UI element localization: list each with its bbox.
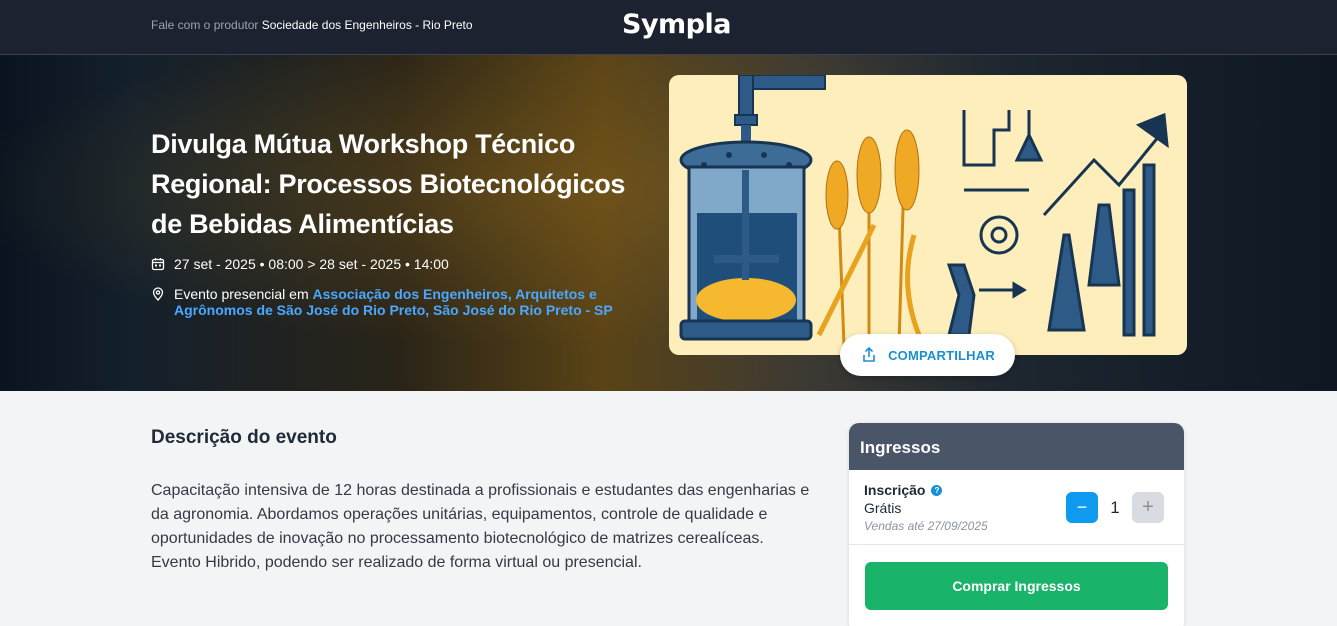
description-paragraph: Capacitação intensiva de 12 horas destin… <box>151 482 810 547</box>
producer-name-link[interactable]: Sociedade dos Engenheiros - Rio Preto <box>262 18 473 32</box>
ticket-name: Inscrição <box>864 482 926 498</box>
ticket-item: Inscrição ? Grátis Vendas até 27/09/2025… <box>849 470 1184 545</box>
calendar-icon <box>151 257 165 271</box>
buy-tickets-button[interactable]: Comprar Ingressos <box>865 562 1168 610</box>
wheat-illustration <box>816 129 922 346</box>
sympla-logo[interactable]: Sympla <box>622 9 731 40</box>
ticket-quantity: 1 <box>1110 498 1120 517</box>
help-icon[interactable]: ? <box>931 484 943 496</box>
ticket-name-row: Inscrição ? <box>864 482 943 498</box>
ticket-sales-deadline: Vendas até 27/09/2025 <box>864 519 988 533</box>
description-heading: Descrição do evento <box>151 427 337 448</box>
event-banner-image <box>669 75 1187 355</box>
ticket-price: Grátis <box>864 500 902 516</box>
quantity-decrease-button[interactable]: − <box>1066 492 1098 523</box>
science-icons <box>946 110 1169 337</box>
event-description: Capacitação intensiva de 12 horas destin… <box>151 479 811 575</box>
bioreactor-illustration <box>679 75 826 341</box>
quantity-increase-button[interactable]: + <box>1132 492 1164 523</box>
event-location-row: Evento presencial em Associação dos Enge… <box>151 286 631 318</box>
location-prefix: Evento presencial em <box>174 286 309 302</box>
event-hero: Divulga Mútua Workshop Técnico Regional:… <box>0 55 1337 391</box>
location-pin-icon <box>151 287 165 301</box>
producer-contact[interactable]: Fale com o produtor Sociedade dos Engenh… <box>151 18 473 32</box>
event-location: Evento presencial em Associação dos Enge… <box>174 286 631 318</box>
tickets-panel: Ingressos Inscrição ? Grátis Vendas até … <box>849 423 1184 626</box>
share-button[interactable]: COMPARTILHAR <box>840 334 1015 376</box>
tickets-heading: Ingressos <box>849 423 1184 470</box>
event-title: Divulga Mútua Workshop Técnico Regional:… <box>151 129 626 239</box>
event-date-row: 27 set - 2025 • 08:00 > 28 set - 2025 • … <box>151 256 449 272</box>
share-icon <box>860 346 878 364</box>
description-paragraph: Evento Hibrido, podendo ser realizado de… <box>151 554 642 571</box>
event-date: 27 set - 2025 • 08:00 > 28 set - 2025 • … <box>174 256 449 272</box>
top-bar: Fale com o produtor Sociedade dos Engenh… <box>0 0 1337 55</box>
producer-prefix: Fale com o produtor <box>151 18 259 32</box>
share-label: COMPARTILHAR <box>888 347 995 363</box>
